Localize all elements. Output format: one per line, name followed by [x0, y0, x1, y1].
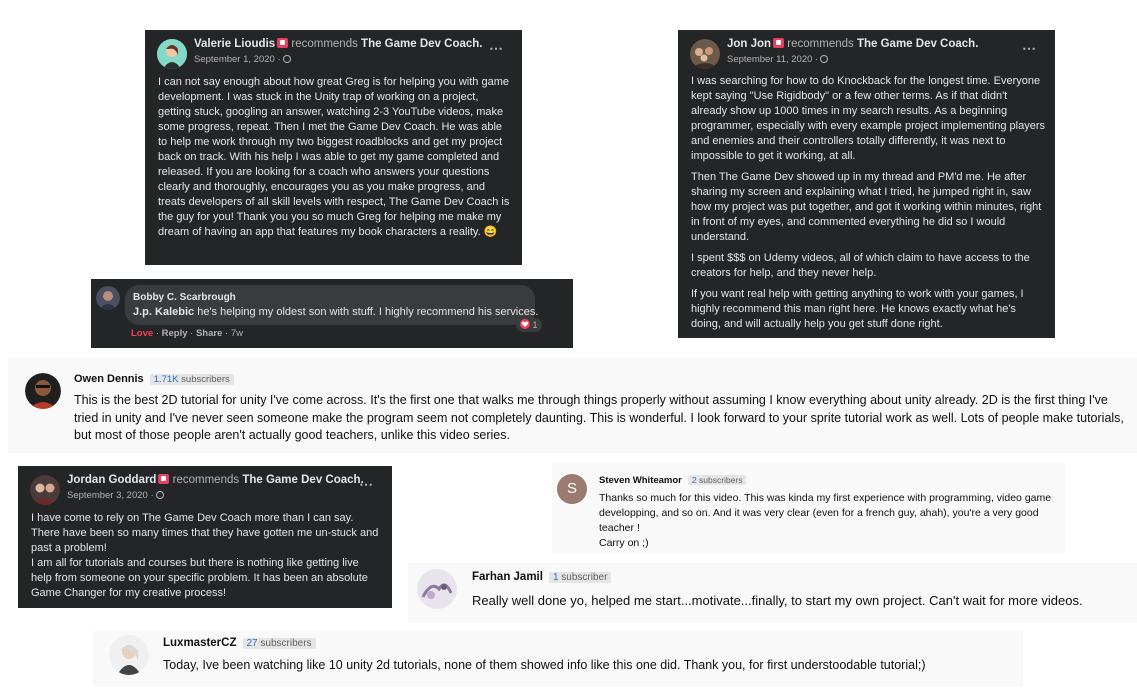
comment-card-owen: Owen Dennis 1.71K subscribers This is the…	[8, 357, 1137, 453]
more-options-icon[interactable]: ⋯	[1022, 40, 1037, 57]
subscriber-count: 27 subscribers	[242, 638, 316, 649]
heart-icon	[520, 319, 530, 329]
comment-card-steven: S Steven Whiteamor 2 subscribers Thanks s…	[552, 462, 1065, 554]
review-card-jordan: Jordan Goddard recommends The Game Dev C…	[18, 466, 392, 608]
avatar[interactable]	[30, 475, 60, 505]
review-card-jon: Jon Jon recommends The Game Dev Coach. S…	[678, 30, 1055, 338]
subscriber-count: 1 subscriber	[548, 572, 612, 583]
commenter-name[interactable]: Bobby C. Scarbrough	[133, 292, 236, 303]
avatar[interactable]: S	[557, 474, 587, 504]
avatar[interactable]	[690, 39, 720, 69]
comment-card-farhan: Farhan Jamil 1 subscriber Really well don…	[408, 563, 1137, 623]
username[interactable]: LuxmasterCZ	[163, 637, 237, 649]
comment-text: Thanks so much for this video. This was …	[599, 491, 1057, 551]
reaction-count: 1	[532, 320, 538, 330]
more-options-icon[interactable]: ⋯	[489, 40, 504, 57]
avatar[interactable]	[109, 635, 149, 675]
author-line: Valerie Lioudis recommends The Game Dev …	[194, 38, 483, 50]
username-line: Farhan Jamil 1 subscriber	[472, 571, 612, 583]
globe-icon	[820, 55, 829, 63]
avatar[interactable]	[157, 39, 187, 69]
post-paragraph: I was searching for how to do Knockback …	[691, 75, 1045, 162]
username[interactable]: Steven Whiteamor	[599, 475, 682, 486]
comment-line: Thanks so much for this video. This was …	[599, 492, 1052, 534]
comment-card-lux: LuxmasterCZ 27 subscribers Today, Ive bee…	[93, 631, 1023, 687]
page-name[interactable]: The Game Dev Coach	[242, 474, 360, 486]
comment-text: Really well done yo, helped me start...m…	[472, 593, 1083, 608]
love-action[interactable]: Love	[131, 328, 153, 339]
post-date-line: September 3, 2020 ·	[67, 490, 164, 501]
comment-text: This is the best 2D tutorial for unity I…	[74, 393, 1124, 442]
username-line: LuxmasterCZ 27 subscribers	[163, 637, 316, 649]
post-body: I have come to rely on The Game Dev Coac…	[31, 511, 382, 601]
post-date-line: September 11, 2020 ·	[727, 54, 829, 65]
post-date[interactable]: September 11, 2020 ·	[727, 54, 818, 65]
post-paragraph: I have come to rely on The Game Dev Coac…	[31, 512, 379, 554]
subscriber-count: 1.71K subscribers	[149, 374, 234, 385]
username[interactable]: Farhan Jamil	[472, 571, 543, 583]
page-name[interactable]: The Game Dev Coach	[361, 38, 479, 50]
mention-link[interactable]: J.p. Kalebic	[133, 306, 194, 318]
post-paragraph: I am all for tutorials and courses but t…	[31, 557, 368, 599]
comment-actions: Love · Reply · Share · 7w	[131, 328, 243, 339]
recommend-badge-icon	[277, 38, 289, 48]
username[interactable]: Owen Dennis	[74, 373, 144, 385]
post-text: I can not say enough about how great Gre…	[158, 76, 510, 238]
author-name[interactable]: Jon Jon	[727, 38, 771, 50]
comment-text-line: J.p. Kalebic he's helping my oldest son …	[133, 306, 538, 318]
globe-icon	[155, 491, 164, 499]
recommends-label: recommends	[291, 38, 358, 50]
post-date[interactable]: September 1, 2020 ·	[194, 54, 281, 65]
comment-time[interactable]: 7w	[231, 328, 243, 339]
post-paragraph: Then The Game Dev showed up in my thread…	[691, 171, 1042, 243]
avatar[interactable]	[417, 569, 457, 609]
author-name[interactable]: Valerie Lioudis	[194, 38, 275, 50]
recommend-badge-icon	[773, 38, 785, 48]
review-card-valerie: Valerie Lioudis recommends The Game Dev …	[145, 30, 522, 265]
comment-text: he's helping my oldest son with stuff. I…	[197, 306, 539, 318]
post-paragraph: I spent $$$ on Udemy videos, all of whic…	[691, 252, 1030, 279]
recommend-badge-icon	[158, 474, 170, 484]
post-body: I can not say enough about how great Gre…	[158, 75, 512, 246]
globe-icon	[282, 55, 291, 63]
username-line: Owen Dennis 1.71K subscribers	[74, 373, 234, 385]
post-paragraph: If you want real help with getting anyth…	[691, 288, 1024, 330]
post-body: I was searching for how to do Knockback …	[691, 74, 1045, 338]
reaction-pill[interactable]: 1	[516, 318, 542, 332]
post-date-line: September 1, 2020 ·	[194, 54, 291, 65]
avatar[interactable]	[25, 373, 61, 409]
author-line: Jon Jon recommends The Game Dev Coach.	[727, 38, 979, 50]
share-action[interactable]: Share	[196, 328, 222, 339]
username-line: Steven Whiteamor 2 subscribers	[599, 475, 747, 486]
author-line: Jordan Goddard recommends The Game Dev C…	[67, 474, 364, 486]
comment-text: Today, Ive been watching like 10 unity 2…	[163, 658, 926, 672]
recommends-label: recommends	[787, 38, 854, 50]
more-options-icon[interactable]: ⋯	[359, 476, 374, 493]
subscriber-count: 2 subscribers	[687, 475, 747, 485]
reply-action[interactable]: Reply	[162, 328, 188, 339]
comment-bubble: Bobby C. Scarbrough J.p. Kalebic he's he…	[125, 285, 538, 325]
post-date[interactable]: September 3, 2020 ·	[67, 490, 154, 501]
comment-card-bobby: Bobby C. Scarbrough J.p. Kalebic he's he…	[91, 279, 573, 348]
comment-line: Carry on ;)	[599, 537, 649, 549]
avatar-letter: S	[566, 480, 577, 497]
page-name[interactable]: The Game Dev Coach	[857, 38, 975, 50]
recommends-label: recommends	[172, 474, 240, 486]
author-name[interactable]: Jordan Goddard	[67, 474, 156, 486]
avatar[interactable]	[96, 286, 120, 310]
